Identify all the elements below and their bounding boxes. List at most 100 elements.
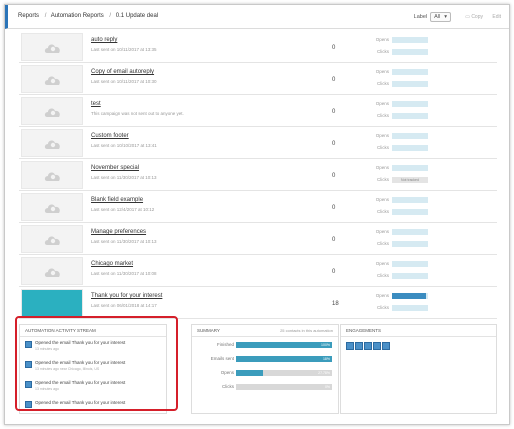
opens-bar [392,133,428,139]
image-placeholder-icon [44,76,60,85]
campaign-row: Thank you for your interest Last sent on … [19,287,497,319]
summary-row: Opens 27.78% [192,367,338,379]
breadcrumb: Reports / Automation Reports / 0.1 Updat… [18,13,159,19]
summary-row: Finished 100% [192,339,338,351]
engagement-avatar[interactable] [382,342,390,350]
chevron-down-icon: ▾ [444,14,447,20]
campaign-name-link[interactable]: Manage preferences [91,229,146,235]
clicks-label: Clicks [377,241,389,246]
edit-button[interactable]: Edit [492,14,501,20]
campaign-name-link[interactable]: Chicago market [91,261,133,267]
label-select[interactable]: All ▾ [430,12,451,22]
summary-row-label: Emails sent [210,356,234,361]
opens-bar [392,197,428,203]
clicks-label: Clicks [377,49,389,54]
breadcrumb-separator: / [44,13,47,19]
campaign-sent-info: This campaign was not sent out to anyone… [91,111,184,116]
campaign-count: 0 [332,205,336,211]
breadcrumb-separator: / [109,13,112,19]
clicks-bar [392,81,428,87]
opens-label: Opens [375,69,389,74]
clicks-bar [392,305,428,311]
summary-bar-value: 100% [321,343,330,347]
summary-bar-fill [236,342,332,348]
opens-label: Opens [375,133,389,138]
campaign-thumbnail[interactable] [21,33,83,61]
campaign-thumbnail[interactable] [21,289,83,317]
campaign-thumbnail[interactable] [21,129,83,157]
campaign-count: 0 [332,45,336,51]
campaign-sent-info: Last sent on 10/10/2017 at 13:41 [91,143,157,148]
opens-bar [392,293,428,299]
clicks-label: Clicks [377,145,389,150]
campaign-row: test This campaign was not sent out to an… [19,95,497,127]
clicks-bar [392,241,428,247]
campaign-name-link[interactable]: test [91,101,101,107]
campaign-name-link[interactable]: Blank field example [91,197,143,203]
opens-label: Opens [375,37,389,42]
campaign-count: 0 [332,173,336,179]
clicks-label: Clicks [377,177,389,182]
campaign-name-link[interactable]: Copy of email autoreply [91,69,154,75]
engagement-avatar[interactable] [364,342,372,350]
clicks-bar-text: Not tracked [401,178,419,182]
opens-bar [392,101,428,107]
campaign-thumbnail[interactable] [21,257,83,285]
campaign-name-link[interactable]: auto reply [91,37,117,43]
clicks-label: Clicks [377,113,389,118]
campaign-row: auto reply Last sent on 10/11/2017 at 13:… [19,31,497,63]
campaign-row: Chicago market Last sent on 11/30/2017 at… [19,255,497,287]
campaign-thumbnail[interactable] [21,225,83,253]
engagement-avatar[interactable] [373,342,381,350]
clicks-label: Clicks [377,209,389,214]
campaign-row: November special Last sent on 11/30/2017 … [19,159,497,191]
campaign-sent-info: Last sent on 11/30/2017 at 10:13 [91,175,157,180]
campaign-name-link[interactable]: Thank you for your interest [91,293,162,299]
summary-bar: 27.78% [236,370,332,376]
campaign-sent-info: Last sent on 06/01/2018 at 14:17 [91,303,157,308]
copy-label: Copy [471,14,483,20]
copy-button[interactable]: ▭ Copy [465,14,483,20]
image-placeholder-icon [44,268,60,277]
campaign-thumbnail[interactable] [21,161,83,189]
campaign-count: 0 [332,109,336,115]
breadcrumb-current: 0.1 Update deal [115,13,159,19]
engagements-title: ENGAGEMENTS [341,325,496,337]
summary-row-label: Finished [216,342,234,347]
clicks-label: Clicks [377,81,389,86]
campaign-sent-info: Last sent on 11/30/2017 at 10:13 [91,239,157,244]
campaign-count: 0 [332,141,336,147]
breadcrumb-automation-reports[interactable]: Automation Reports [51,13,104,19]
campaign-sent-info: Last sent on 10/11/2017 at 10:30 [91,79,157,84]
breadcrumb-reports[interactable]: Reports [18,13,39,19]
clicks-bar [392,145,428,151]
engagement-avatar[interactable] [346,342,354,350]
summary-bar: 0% [236,384,332,390]
image-placeholder-icon [44,236,60,245]
campaign-name-link[interactable]: November special [91,165,139,171]
image-placeholder-icon [44,140,60,149]
campaign-count: 0 [332,237,336,243]
summary-bar: 18% [236,356,332,362]
opens-label: Opens [375,165,389,170]
clicks-bar [392,273,428,279]
clicks-label: Clicks [377,273,389,278]
activity-stream-highlight [15,316,178,411]
campaign-sent-info: Last sent on 12/4/2017 at 10:12 [91,207,155,212]
summary-bar: 100% [236,342,332,348]
copy-icon: ▭ [465,14,470,20]
summary-bar-value: 27.78% [318,371,330,375]
campaign-thumbnail[interactable] [21,193,83,221]
summary-bar-value: 18% [322,357,330,361]
campaign-count: 0 [332,77,336,83]
campaign-name-link[interactable]: Custom footer [91,133,129,139]
top-bar: Reports / Automation Reports / 0.1 Updat… [5,5,509,29]
campaign-row: Manage preferences Last sent on 11/30/201… [19,223,497,255]
summary-subtitle: 25 contacts in this automation [280,328,333,333]
image-placeholder-icon [44,204,60,213]
campaign-list: auto reply Last sent on 10/11/2017 at 13:… [19,31,497,319]
engagement-avatar[interactable] [355,342,363,350]
label-caption: Label [413,14,428,20]
campaign-thumbnail[interactable] [21,97,83,125]
campaign-thumbnail[interactable] [21,65,83,93]
